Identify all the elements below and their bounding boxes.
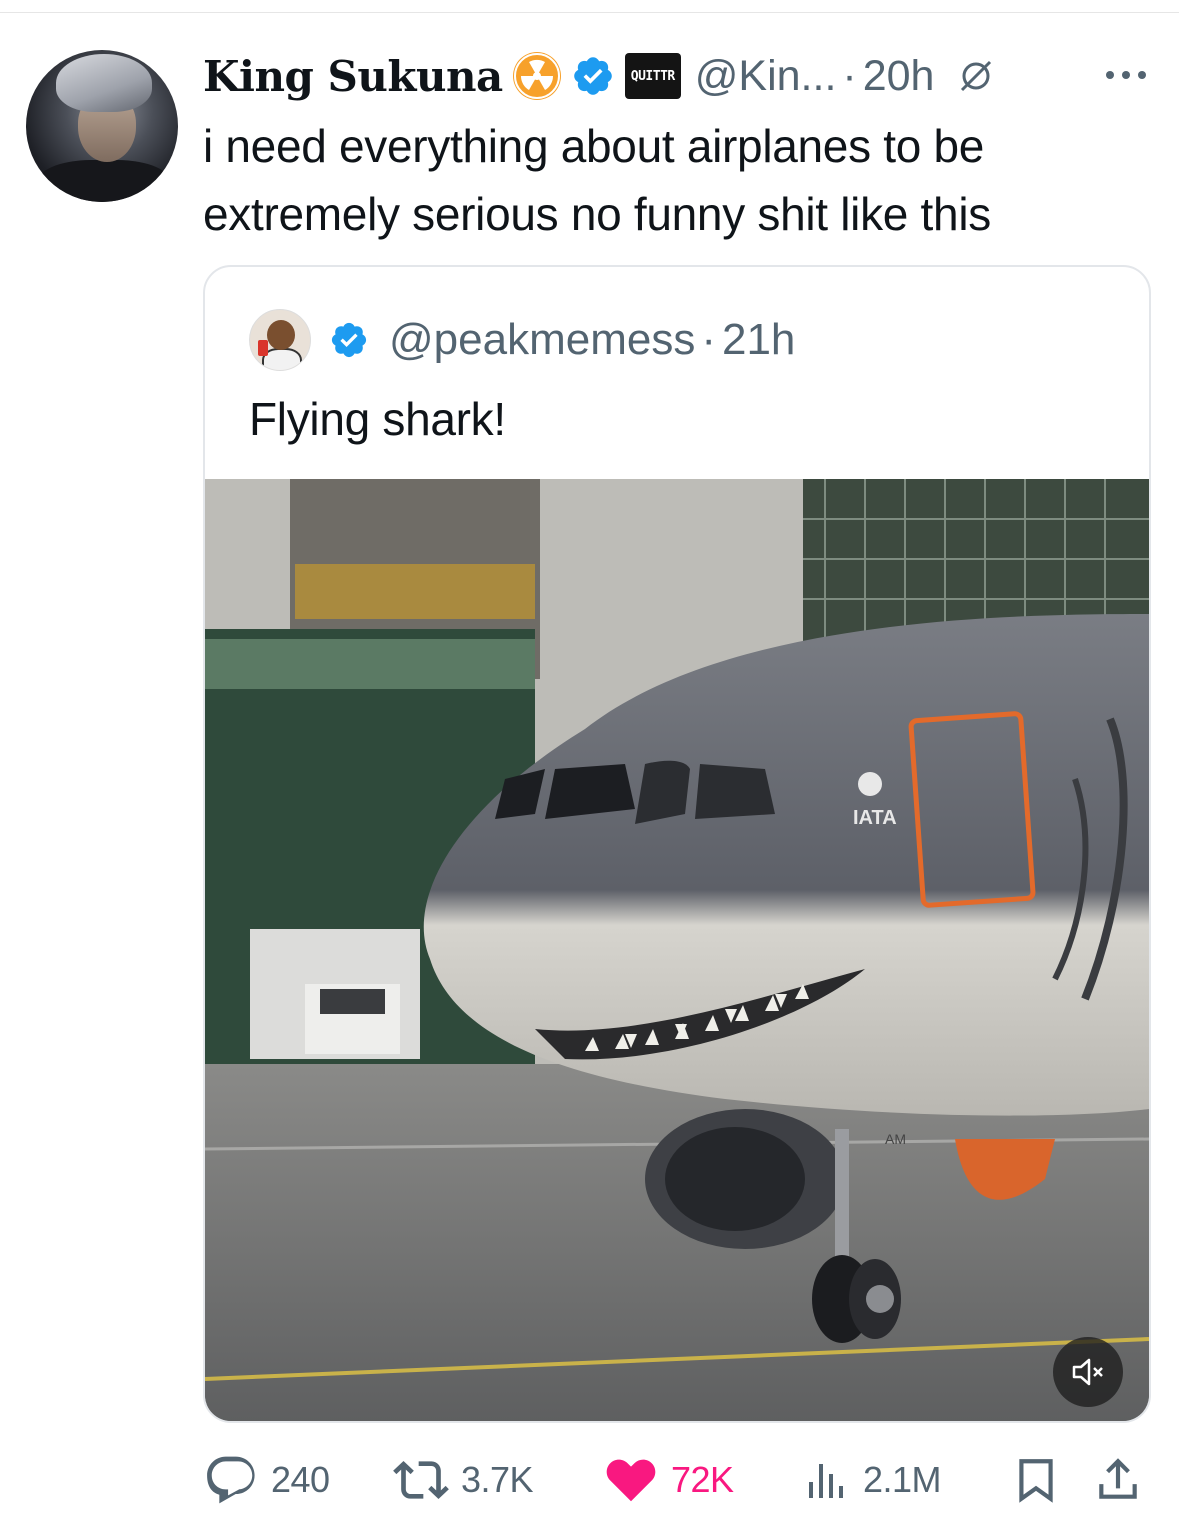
quoted-avatar-body (262, 348, 302, 370)
bookmark-button[interactable] (1011, 1450, 1061, 1510)
quoted-tweet-header: @peakmemess · 21h (329, 315, 795, 365)
reply-icon (207, 1456, 255, 1504)
view-count: 2.1M (863, 1459, 942, 1500)
top-divider (0, 12, 1179, 13)
repost-button[interactable]: 3.7K (393, 1450, 534, 1510)
avatar-coat (36, 160, 172, 202)
reply-count: 240 (271, 1459, 330, 1500)
quoted-tweet-timestamp[interactable]: 21h (722, 315, 795, 365)
more-options-icon[interactable] (1100, 60, 1160, 90)
radioactive-icon (512, 52, 561, 100)
verified-badge-icon (331, 322, 367, 358)
verified-badge-icon (573, 57, 612, 95)
restricted-replies-icon (961, 60, 992, 92)
author-handle[interactable]: @Kin... (695, 52, 837, 101)
tweet-text: i need everything about airplanes to be … (203, 120, 991, 240)
repost-icon (393, 1461, 449, 1499)
quoted-tweet-text: Flying shark! (249, 393, 506, 445)
separator-dot: · (701, 315, 716, 364)
share-icon (1099, 1458, 1137, 1499)
shark-airplane-video-frame: IATA AM (205, 479, 1149, 1421)
speaker-muted-icon (1072, 1358, 1103, 1386)
like-count: 72K (671, 1459, 734, 1500)
quittr-affiliate-badge[interactable]: QUITTR (624, 53, 681, 99)
share-button[interactable] (1093, 1450, 1143, 1510)
author-avatar[interactable] (26, 50, 178, 202)
quoted-video[interactable]: IATA AM (205, 479, 1149, 1421)
like-button[interactable]: 72K (603, 1450, 734, 1510)
views-chart-icon (809, 1464, 843, 1498)
author-display-name[interactable]: King Sukuna (203, 52, 503, 101)
quoted-author-handle[interactable]: @peakmemess (389, 315, 695, 365)
views-button[interactable]: 2.1M (803, 1450, 942, 1510)
tweet-header: King Sukuna QUITTR @Kin... · 20h (203, 50, 996, 102)
quoted-tweet-card[interactable]: @peakmemess · 21h Flying shark! IATA AM (203, 265, 1151, 1423)
bookmark-icon (1019, 1459, 1053, 1503)
landing-gear-label: AM (885, 1131, 906, 1147)
tweet-timestamp[interactable]: 20h (863, 52, 935, 101)
repost-count: 3.7K (461, 1459, 534, 1500)
heart-filled-icon (606, 1459, 656, 1502)
quoted-avatar-head (267, 320, 295, 350)
quoted-author-avatar[interactable] (249, 309, 311, 371)
fuselage-iata-label: IATA (853, 807, 897, 829)
reply-button[interactable]: 240 (203, 1450, 330, 1510)
separator-dot: · (842, 51, 857, 100)
avatar-hair (56, 54, 152, 112)
mute-toggle-button[interactable] (1053, 1337, 1123, 1407)
tweet-action-bar: 240 3.7K 72K 2.1M (203, 1450, 1153, 1510)
quoted-avatar-can (258, 340, 268, 356)
